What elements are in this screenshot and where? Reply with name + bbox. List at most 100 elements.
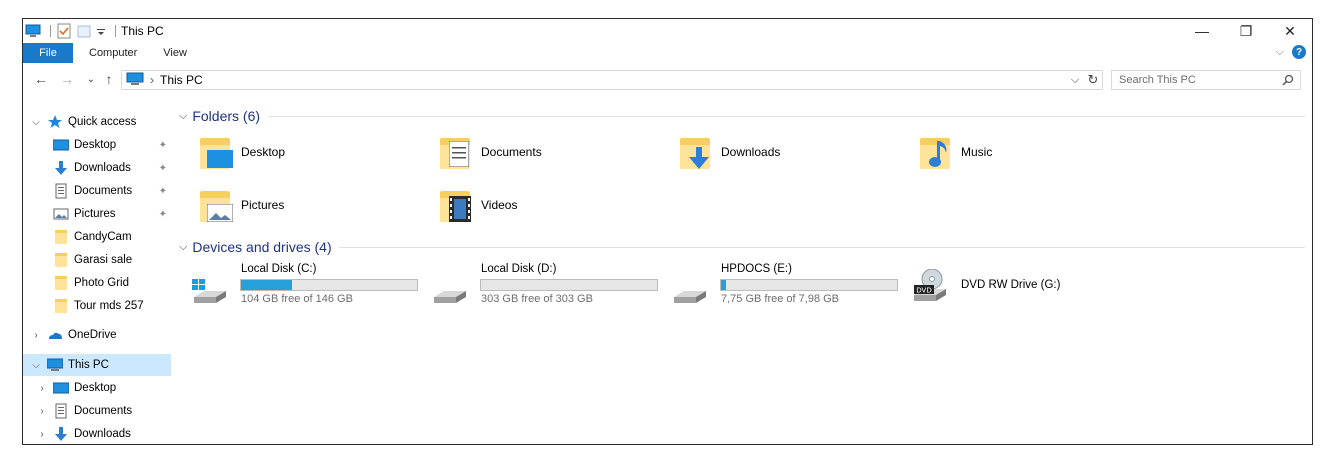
- expanded-chevron-icon[interactable]: ⌵: [29, 117, 43, 128]
- ribbon-right: ⌵ ?: [1276, 45, 1306, 59]
- onedrive-icon: [47, 327, 63, 343]
- breadcrumb-this-pc[interactable]: This PC: [160, 73, 203, 87]
- downloads-icon: [53, 426, 69, 442]
- close-button[interactable]: ✕: [1268, 19, 1312, 43]
- folder-label: Downloads: [721, 145, 781, 159]
- help-icon[interactable]: ?: [1292, 45, 1306, 59]
- folder-icon: [53, 229, 69, 245]
- collapsed-chevron-icon[interactable]: ›: [35, 383, 49, 394]
- sidebar-item-label: Documents: [74, 405, 133, 417]
- drive-usage-bar: [240, 279, 418, 291]
- sidebar-item-pc-documents[interactable]: › Documents: [23, 400, 171, 422]
- drive-free-space: 104 GB free of 146 GB: [241, 293, 353, 305]
- sidebar-item-label: Pictures: [74, 208, 116, 220]
- sidebar-item-candycam[interactable]: CandyCam: [23, 226, 171, 248]
- sidebar-item-label: Documents: [74, 185, 133, 197]
- drive-usage-bar: [480, 279, 658, 291]
- up-button[interactable]: ↑: [101, 70, 117, 88]
- folder-label: Videos: [481, 198, 518, 212]
- address-bar[interactable]: › This PC ⌵ ↻: [121, 70, 1103, 90]
- sidebar-item-pc-downloads[interactable]: › Downloads: [23, 423, 171, 444]
- dvd-drive-icon: DVD: [912, 268, 948, 303]
- address-actions: ⌵ ↻: [1066, 71, 1102, 89]
- sidebar-item-downloads[interactable]: Downloads ✦: [23, 157, 171, 179]
- folder-tile-pictures[interactable]: Pictures: [197, 182, 435, 228]
- drive-tile-e[interactable]: HPDOCS (E:) 7,75 GB free of 7,98 GB: [660, 263, 900, 313]
- group-collapse-chevron-icon[interactable]: ⌵: [179, 110, 187, 123]
- folder-label: Pictures: [241, 198, 285, 212]
- drive-tile-d[interactable]: Local Disk (D:) 303 GB free of 303 GB: [420, 263, 660, 313]
- folder-tile-music[interactable]: Music: [917, 129, 1155, 175]
- collapsed-chevron-icon[interactable]: ›: [35, 429, 49, 440]
- folder-label: Desktop: [241, 145, 286, 159]
- tab-computer[interactable]: Computer: [73, 43, 151, 63]
- pictures-icon: [53, 206, 69, 222]
- pin-icon[interactable]: ✦: [159, 186, 167, 197]
- sidebar-item-photo-grid[interactable]: Photo Grid: [23, 272, 171, 294]
- expanded-chevron-icon[interactable]: ⌵: [29, 360, 43, 371]
- folder-tile-documents[interactable]: Documents: [437, 129, 675, 175]
- pin-icon[interactable]: ✦: [159, 209, 167, 220]
- quick-access-toolbar: This PC: [23, 19, 164, 43]
- expand-ribbon-icon[interactable]: ⌵: [1276, 46, 1284, 59]
- sidebar-item-onedrive[interactable]: › OneDrive: [23, 324, 171, 346]
- folder-icon: [53, 275, 69, 291]
- folder-tile-desktop[interactable]: Desktop: [197, 129, 435, 175]
- drive-tile-g[interactable]: DVD DVD RW Drive (G:): [900, 263, 1140, 313]
- collapsed-chevron-icon[interactable]: ›: [29, 330, 43, 341]
- navigation-bar: ← → ⌄ ↑ › This PC ⌵ ↻ Search This PC: [23, 66, 1312, 94]
- folder-tile-videos[interactable]: Videos: [437, 182, 675, 228]
- tab-file[interactable]: File: [23, 43, 73, 63]
- path-separator[interactable]: ›: [150, 73, 154, 87]
- drive-usage-fill: [241, 280, 292, 290]
- folder-tile-downloads[interactable]: Downloads: [677, 129, 915, 175]
- folder-icon: [53, 298, 69, 314]
- sidebar-item-label: This PC: [68, 359, 109, 371]
- sidebar-item-documents[interactable]: Documents ✦: [23, 180, 171, 202]
- sidebar-item-this-pc[interactable]: ⌵ This PC: [23, 354, 171, 376]
- sidebar-item-pc-desktop[interactable]: › Desktop: [23, 377, 171, 399]
- pin-icon[interactable]: ✦: [159, 163, 167, 174]
- search-icon: [1282, 74, 1294, 89]
- forward-button[interactable]: →: [59, 70, 75, 88]
- sidebar-item-garasi-sale[interactable]: Garasi sale: [23, 249, 171, 271]
- collapsed-chevron-icon[interactable]: ›: [35, 406, 49, 417]
- this-pc-icon: [126, 72, 144, 89]
- ribbon-tabs: File Computer View ⌵ ?: [23, 43, 1312, 63]
- navigation-pane: ⌵ Quick access Desktop ✦ Downloads ✦ Doc…: [23, 105, 173, 444]
- devices-group-header[interactable]: ⌵ Devices and drives (4): [179, 238, 332, 256]
- pin-icon[interactable]: ✦: [159, 140, 167, 151]
- sidebar-item-label: Tour mds 257: [74, 300, 144, 312]
- minimize-button[interactable]: —: [1180, 19, 1224, 43]
- sidebar-item-label: Downloads: [74, 162, 131, 174]
- sidebar-item-desktop[interactable]: Desktop ✦: [23, 134, 171, 156]
- recent-locations-button[interactable]: ⌄: [83, 70, 99, 88]
- sidebar-item-pictures[interactable]: Pictures ✦: [23, 203, 171, 225]
- file-explorer-window: This PC — ❐ ✕ File Computer View ⌵ ? ← →…: [22, 18, 1313, 445]
- drive-tile-c[interactable]: Local Disk (C:) 104 GB free of 146 GB: [180, 263, 420, 313]
- desktop-icon: [52, 380, 70, 396]
- this-pc-icon[interactable]: [25, 23, 41, 39]
- refresh-icon[interactable]: ↻: [1084, 72, 1102, 88]
- sidebar-item-label: Desktop: [74, 139, 117, 151]
- title-bar: This PC — ❐ ✕: [23, 19, 1312, 43]
- drive-label: HPDOCS (E:): [721, 263, 792, 275]
- documents-icon: [53, 403, 69, 419]
- sidebar-item-tour-mds-257[interactable]: Tour mds 257: [23, 295, 171, 317]
- folders-group-header[interactable]: ⌵ Folders (6): [179, 107, 260, 125]
- drive-free-space: 7,75 GB free of 7,98 GB: [721, 293, 840, 305]
- tab-view[interactable]: View: [151, 43, 201, 63]
- group-collapse-chevron-icon[interactable]: ⌵: [179, 241, 187, 254]
- drive-icon: [672, 279, 708, 305]
- folder-icon: [53, 252, 69, 268]
- sidebar-item-label: CandyCam: [74, 231, 132, 243]
- search-input[interactable]: Search This PC: [1111, 70, 1301, 90]
- sidebar-item-quick-access[interactable]: ⌵ Quick access: [23, 111, 171, 133]
- sidebar-item-label: Garasi sale: [74, 254, 133, 266]
- address-dropdown-icon[interactable]: ⌵: [1066, 74, 1084, 87]
- properties-icon[interactable]: [56, 23, 72, 39]
- back-button[interactable]: ←: [33, 70, 49, 88]
- new-folder-icon[interactable]: [76, 23, 92, 39]
- maximize-button[interactable]: ❐: [1224, 19, 1268, 43]
- customize-toolbar-icon[interactable]: [96, 23, 106, 39]
